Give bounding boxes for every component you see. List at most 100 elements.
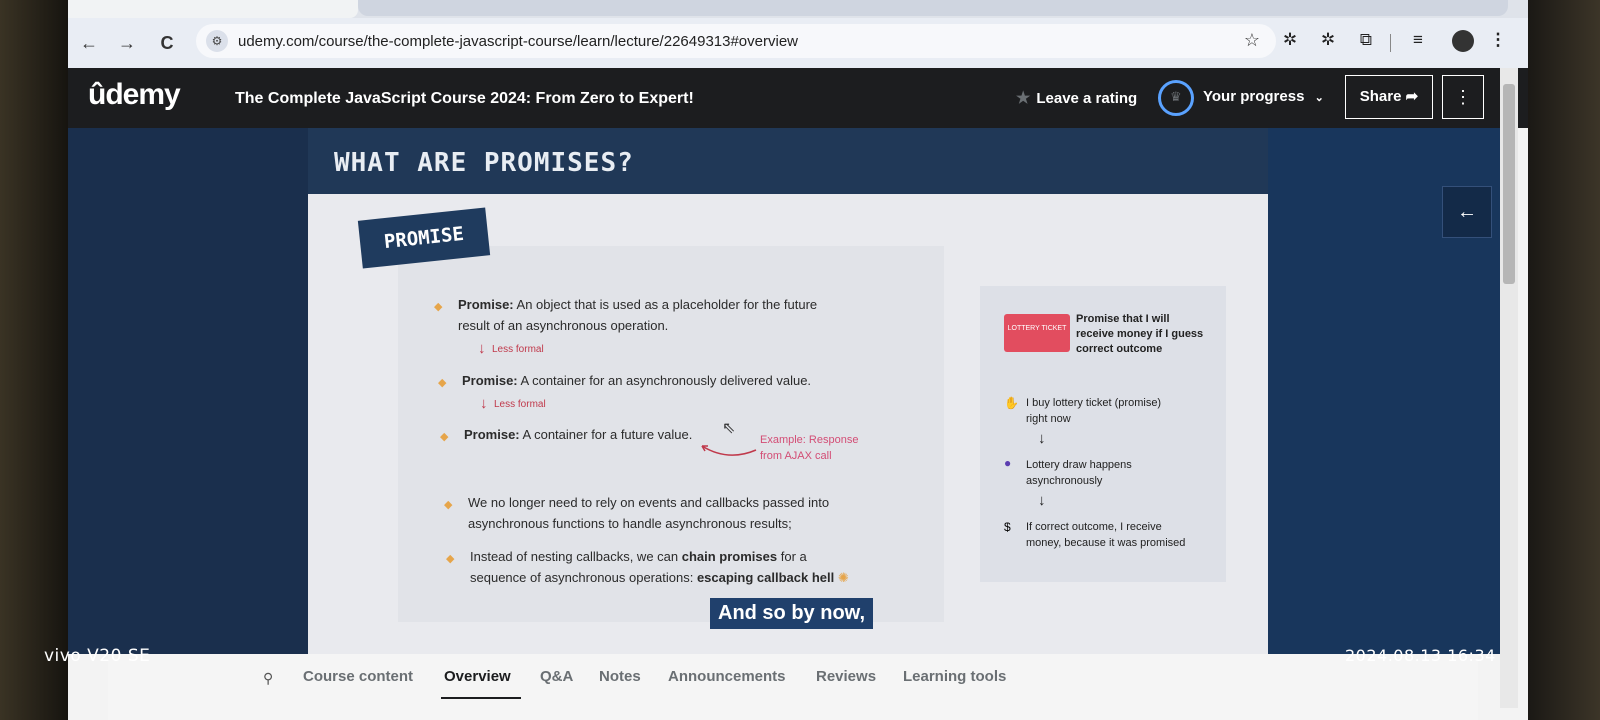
laptop-screen: ← → C ⚙ udemy.com/course/the-complete-ja… — [68, 0, 1528, 720]
slide-header: WHAT ARE PROMISES? — [308, 128, 1268, 194]
point-1-line1: We no longer need to rely on events and … — [468, 495, 830, 510]
tab-qa[interactable]: Q&A — [540, 668, 573, 685]
udemy-header: ûdemy The Complete JavaScript Course 202… — [68, 68, 1528, 128]
example-note-line2: from AJAX call — [760, 450, 832, 462]
point-2-line2-bold: escaping callback hell — [696, 570, 835, 585]
video-letterbox-left — [68, 128, 328, 654]
promise-analogy-line1: Promise that I will — [1076, 313, 1170, 325]
definition-2-term: Promise: — [462, 373, 518, 388]
mouse-cursor-icon: ⇖ — [722, 420, 736, 437]
trophy-icon: ♛ — [1170, 89, 1182, 104]
curved-arrow-icon — [701, 445, 757, 456]
definition-3-term: Promise: — [464, 427, 520, 442]
example-note-line1: Example: Response — [760, 434, 859, 446]
step-2-line2: asynchronously — [1026, 475, 1103, 487]
bullet-icon: ◆ — [434, 301, 443, 313]
tab-announcements[interactable]: Announcements — [668, 668, 786, 685]
point-1-line2: asynchronous functions to handle asynchr… — [468, 516, 792, 531]
your-progress-dropdown[interactable]: Your progress ⌄ — [1203, 88, 1324, 105]
leave-rating-label: Leave a rating — [1036, 90, 1138, 107]
chevron-down-icon: ⌄ — [1314, 92, 1324, 104]
browser-tab-strip — [68, 0, 1528, 18]
camera-watermark-device: vivo V20 SE — [44, 646, 151, 666]
down-arrow-icon: ↓ — [478, 340, 486, 357]
extension-bug2-icon[interactable]: ✲ — [1316, 30, 1340, 50]
down-arrow-icon: ↓ — [1038, 492, 1046, 509]
less-formal-note-2: Less formal — [494, 399, 546, 410]
slide-title: WHAT ARE PROMISES? — [334, 148, 634, 178]
collapse-arrow-button[interactable]: ← — [1442, 186, 1492, 238]
point-2-line2-text: sequence of asynchronous operations: — [470, 570, 697, 585]
hand-icon: ✋ — [1004, 396, 1019, 410]
page-scrollbar[interactable] — [1500, 68, 1518, 708]
share-button[interactable]: Share ➦ — [1345, 75, 1433, 119]
lecture-slide: WHAT ARE PROMISES? PROMISE ◆ Promise: An… — [308, 128, 1268, 654]
down-arrow-icon: ↓ — [1038, 430, 1046, 447]
leave-rating-button[interactable]: ★ Leave a rating — [1016, 88, 1137, 108]
more-options-button[interactable]: ⋮ — [1442, 75, 1484, 119]
address-bar[interactable]: ⚙ udemy.com/course/the-complete-javascri… — [196, 24, 1276, 58]
toolbar-divider — [1390, 34, 1391, 52]
photo-bezel-left — [0, 0, 70, 720]
browser-tab-active[interactable] — [68, 0, 358, 18]
down-arrow-icon: ↓ — [480, 395, 488, 412]
definition-2: Promise: A container for an asynchronous… — [462, 370, 811, 391]
analogy-panel: LOTTERY TICKET Promise that I will recei… — [980, 286, 1226, 582]
promise-analogy-line2: receive money if I guess — [1076, 328, 1204, 340]
course-tabs: ⚲ Course content Overview Q&A Notes Anno… — [108, 654, 1478, 720]
your-progress-label: Your progress — [1203, 88, 1305, 105]
lottery-ball-icon: ● — [1004, 456, 1012, 470]
less-formal-note-1: Less formal — [492, 344, 544, 355]
tab-learning-tools[interactable]: Learning tools — [903, 668, 1006, 685]
udemy-logo[interactable]: ûdemy — [88, 78, 181, 112]
bullet-icon: ◆ — [444, 499, 453, 511]
browser-tab-inactive[interactable] — [358, 0, 1508, 16]
definition-1-line2: result of an asynchronous operation. — [458, 318, 669, 333]
url-text[interactable]: udemy.com/course/the-complete-javascript… — [238, 33, 798, 50]
step-2-line1: Lottery draw happens — [1026, 459, 1132, 471]
lottery-ticket-icon: LOTTERY TICKET — [1004, 314, 1070, 352]
definition-1: Promise: An object that is used as a pla… — [458, 294, 817, 315]
step-3-line2: money, because it was promised — [1026, 537, 1186, 549]
definition-1-text: An object that is used as a placeholder … — [513, 297, 818, 312]
video-caption: And so by now, — [710, 598, 874, 629]
share-arrow-icon: ➦ — [1405, 88, 1419, 105]
step-1-line2: right now — [1026, 413, 1071, 425]
reload-icon[interactable]: C — [156, 32, 178, 54]
point-2-bold: chain promises — [681, 549, 778, 564]
progress-ring[interactable]: ♛ — [1158, 80, 1194, 116]
search-icon[interactable]: ⚲ — [263, 670, 273, 687]
bullet-icon: ◆ — [438, 377, 447, 389]
definition-2-text: A container for an asynchronously delive… — [517, 373, 812, 388]
point-2-line2: sequence of asynchronous operations: esc… — [470, 567, 849, 588]
bullet-icon: ◆ — [446, 553, 455, 565]
back-arrow-icon[interactable]: ← — [78, 32, 100, 54]
forward-arrow-icon[interactable]: → — [116, 32, 138, 54]
money-bag-icon: $ — [1004, 520, 1011, 534]
camera-watermark-timestamp: 2024.08.13 16:34 — [1345, 646, 1496, 665]
video-player[interactable]: WHAT ARE PROMISES? PROMISE ◆ Promise: An… — [68, 128, 1500, 654]
star-icon: ★ — [1016, 90, 1031, 107]
profile-avatar[interactable] — [1452, 30, 1474, 52]
step-1-line1: I buy lottery ticket (promise) — [1026, 397, 1162, 409]
definition-3-text: A container for a future value. — [519, 427, 693, 442]
bullet-icon: ◆ — [440, 431, 449, 443]
tab-course-content[interactable]: Course content — [303, 668, 413, 685]
point-2-text-post: for a — [777, 549, 807, 564]
fire-icon: ✺ — [834, 570, 849, 585]
browser-menu-icon[interactable]: ⋮ — [1486, 30, 1510, 50]
promise-analogy-line3: correct outcome — [1076, 343, 1163, 355]
definition-3: Promise: A container for a future value. — [464, 424, 692, 445]
bookmark-star-icon[interactable]: ☆ — [1244, 30, 1260, 51]
share-label: Share — [1359, 88, 1402, 105]
scrollbar-thumb[interactable] — [1503, 84, 1515, 284]
extensions-puzzle-icon[interactable]: ⧉ — [1354, 30, 1378, 50]
site-info-icon[interactable]: ⚙ — [206, 30, 228, 52]
point-2-line1: Instead of nesting callbacks, we can cha… — [470, 546, 807, 567]
course-title[interactable]: The Complete JavaScript Course 2024: Fro… — [235, 90, 694, 108]
tab-reviews[interactable]: Reviews — [816, 668, 876, 685]
reading-list-icon[interactable]: ≡ — [1406, 30, 1430, 50]
tab-notes[interactable]: Notes — [599, 668, 641, 685]
extension-bug-icon[interactable]: ✲ — [1278, 30, 1302, 50]
tab-overview[interactable]: Overview — [444, 668, 511, 685]
